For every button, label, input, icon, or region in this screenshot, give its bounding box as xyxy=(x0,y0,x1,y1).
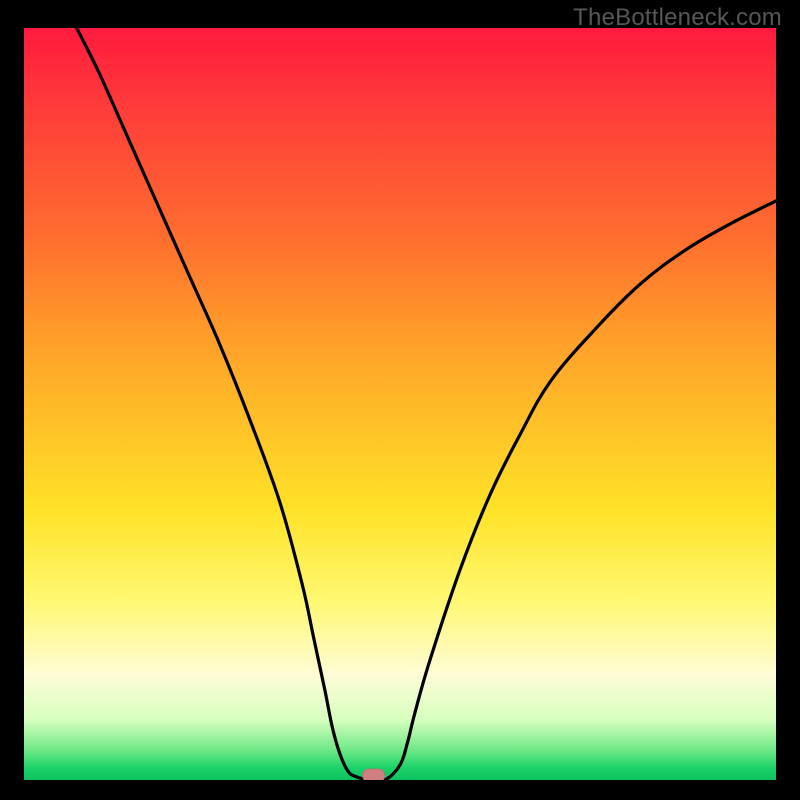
chart-frame xyxy=(24,28,776,780)
chart-svg xyxy=(24,28,776,780)
bottleneck-curve xyxy=(77,28,776,780)
optimal-marker xyxy=(363,769,385,780)
watermark-text: TheBottleneck.com xyxy=(573,4,782,32)
